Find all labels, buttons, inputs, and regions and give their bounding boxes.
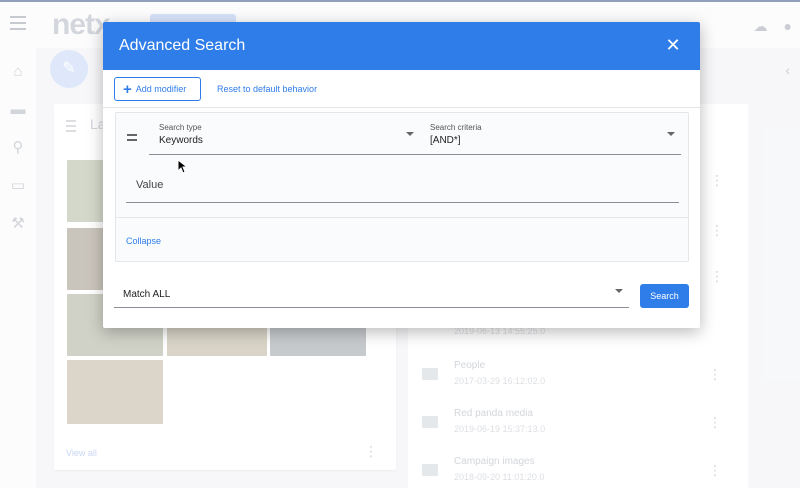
reset-default-button[interactable]: Reset to default behavior <box>217 84 317 94</box>
value-placeholder: Value <box>136 179 164 191</box>
dialog-toolbar: + Add modifier Reset to default behavior <box>103 70 700 108</box>
dialog-header: Advanced Search ✕ <box>103 22 700 70</box>
close-icon[interactable]: ✕ <box>662 34 684 56</box>
search-criteria-value: [AND*] <box>430 135 461 146</box>
search-criteria-select[interactable]: Search criteria [AND*] <box>420 123 681 155</box>
dialog-title: Advanced Search <box>119 37 246 54</box>
match-value: Match ALL <box>123 289 171 300</box>
collapse-link[interactable]: Collapse <box>126 236 161 246</box>
mouse-cursor-icon <box>178 160 188 174</box>
divider <box>116 217 688 218</box>
dropdown-arrow-icon <box>667 132 675 136</box>
search-modifier: Search type Keywords Search criteria [AN… <box>115 112 689 262</box>
dropdown-arrow-icon <box>615 289 623 293</box>
dropdown-arrow-icon <box>406 132 414 136</box>
add-modifier-label: Add modifier <box>135 84 187 94</box>
plus-icon: + <box>123 80 132 98</box>
value-input[interactable]: Value <box>126 171 679 203</box>
drag-handle-icon[interactable] <box>127 134 137 144</box>
match-select[interactable]: Match ALL <box>114 280 629 308</box>
add-modifier-button[interactable]: + Add modifier <box>114 77 201 101</box>
search-type-select[interactable]: Search type Keywords <box>149 123 420 155</box>
search-type-label: Search type <box>159 123 202 132</box>
search-button[interactable]: Search <box>640 284 689 308</box>
search-type-value: Keywords <box>159 135 203 146</box>
search-criteria-label: Search criteria <box>430 123 482 132</box>
advanced-search-dialog: Advanced Search ✕ + Add modifier Reset t… <box>103 22 700 328</box>
